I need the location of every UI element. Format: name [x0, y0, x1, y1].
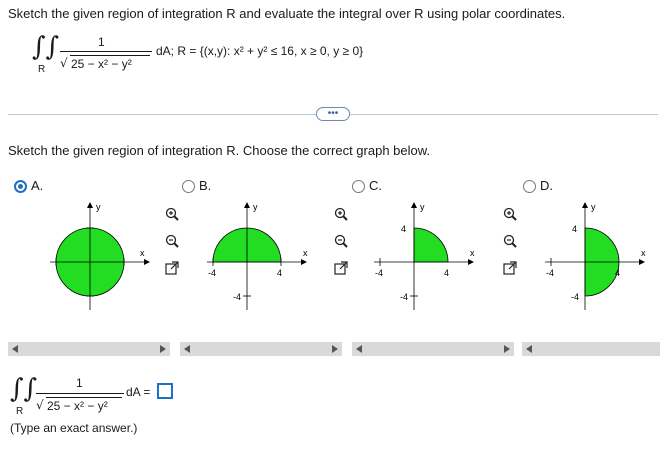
y-axis-label: y	[253, 202, 258, 212]
tick-label-neg4-y: -4	[233, 292, 241, 302]
tick-label-4-y: 4	[401, 224, 406, 234]
scroll-left-icon[interactable]	[356, 345, 362, 353]
zoom-out-icon[interactable]	[333, 233, 349, 249]
dA-label: dA =	[126, 385, 151, 399]
scroll-left-icon[interactable]	[184, 345, 190, 353]
integral-numerator: 1	[98, 35, 105, 49]
x-axis-label: x	[140, 248, 145, 258]
scroll-right-icon[interactable]	[332, 345, 338, 353]
option-b-radio[interactable]	[182, 180, 195, 193]
popout-icon[interactable]	[164, 260, 180, 276]
fraction-line	[36, 393, 124, 394]
sqrt-symbol: √	[60, 56, 68, 70]
horizontal-scrollbar[interactable]	[8, 342, 170, 356]
tick-label-4: 4	[615, 268, 620, 278]
scroll-right-icon[interactable]	[160, 345, 166, 353]
fraction-line	[60, 51, 152, 52]
double-integral-sign: ∫∫	[32, 32, 60, 62]
region-subscript: R	[16, 406, 24, 417]
part1-instruction: Sketch the given region of integration R…	[8, 143, 431, 158]
tick-label-4: 4	[277, 268, 282, 278]
integral-denominator: 25 − x² − y²	[47, 399, 108, 413]
tick-label-neg4-y: -4	[400, 292, 408, 302]
question-instruction: Sketch the given region of integration R…	[8, 6, 566, 21]
x-axis-label: x	[303, 248, 308, 258]
tick-label-4-y: 4	[572, 224, 577, 234]
option-a-radio[interactable]	[14, 180, 27, 193]
answer-input[interactable]	[157, 383, 173, 399]
region-subscript: R	[38, 64, 46, 75]
scroll-right-icon[interactable]	[504, 345, 510, 353]
option-d-label[interactable]: D.	[540, 178, 553, 193]
double-integral-sign: ∫∫	[10, 374, 38, 404]
tick-label-4: 4	[444, 268, 449, 278]
graph-b: y x -4 4 -4	[207, 202, 308, 310]
y-axis-label: y	[420, 202, 425, 212]
region-first-quadrant	[413, 227, 449, 263]
scroll-left-icon[interactable]	[526, 345, 532, 353]
x-axis-label: x	[470, 248, 475, 258]
zoom-in-icon[interactable]	[333, 206, 349, 222]
zoom-out-icon[interactable]	[164, 233, 180, 249]
zoom-in-icon[interactable]	[164, 206, 180, 222]
graph-a: y x	[50, 202, 150, 310]
option-c-radio[interactable]	[352, 180, 365, 193]
y-axis-label: y	[591, 202, 596, 212]
popout-icon[interactable]	[502, 260, 518, 276]
tick-label-neg4: -4	[546, 268, 554, 278]
sqrt-bar	[70, 55, 150, 56]
horizontal-scrollbar[interactable]	[522, 342, 660, 356]
x-axis-label: x	[641, 248, 646, 258]
tick-label-neg4: -4	[208, 268, 216, 278]
y-axis-label: y	[96, 202, 101, 212]
zoom-out-icon[interactable]	[502, 233, 518, 249]
tick-label-neg4-y: -4	[571, 292, 579, 302]
option-b-label[interactable]: B.	[199, 178, 211, 193]
graph-d: y x 4 -4 4 -4	[545, 202, 646, 310]
popout-icon[interactable]	[333, 260, 349, 276]
more-button[interactable]: •••	[316, 107, 350, 121]
sqrt-symbol: √	[36, 398, 44, 412]
zoom-in-icon[interactable]	[502, 206, 518, 222]
sqrt-bar	[46, 397, 122, 398]
option-a-label[interactable]: A.	[31, 178, 43, 193]
graph-c: y x 4 -4 4 -4	[374, 202, 475, 310]
option-c-label[interactable]: C.	[369, 178, 382, 193]
horizontal-scrollbar[interactable]	[352, 342, 514, 356]
integral-numerator: 1	[76, 376, 83, 390]
answer-hint: (Type an exact answer.)	[10, 421, 138, 435]
integral-denominator: 25 − x² − y²	[71, 57, 132, 71]
scroll-left-icon[interactable]	[12, 345, 18, 353]
horizontal-scrollbar[interactable]	[180, 342, 342, 356]
region-definition: dA; R = {(x,y): x² + y² ≤ 16, x ≥ 0, y ≥…	[156, 44, 364, 58]
option-d-radio[interactable]	[523, 180, 536, 193]
tick-label-neg4: -4	[375, 268, 383, 278]
